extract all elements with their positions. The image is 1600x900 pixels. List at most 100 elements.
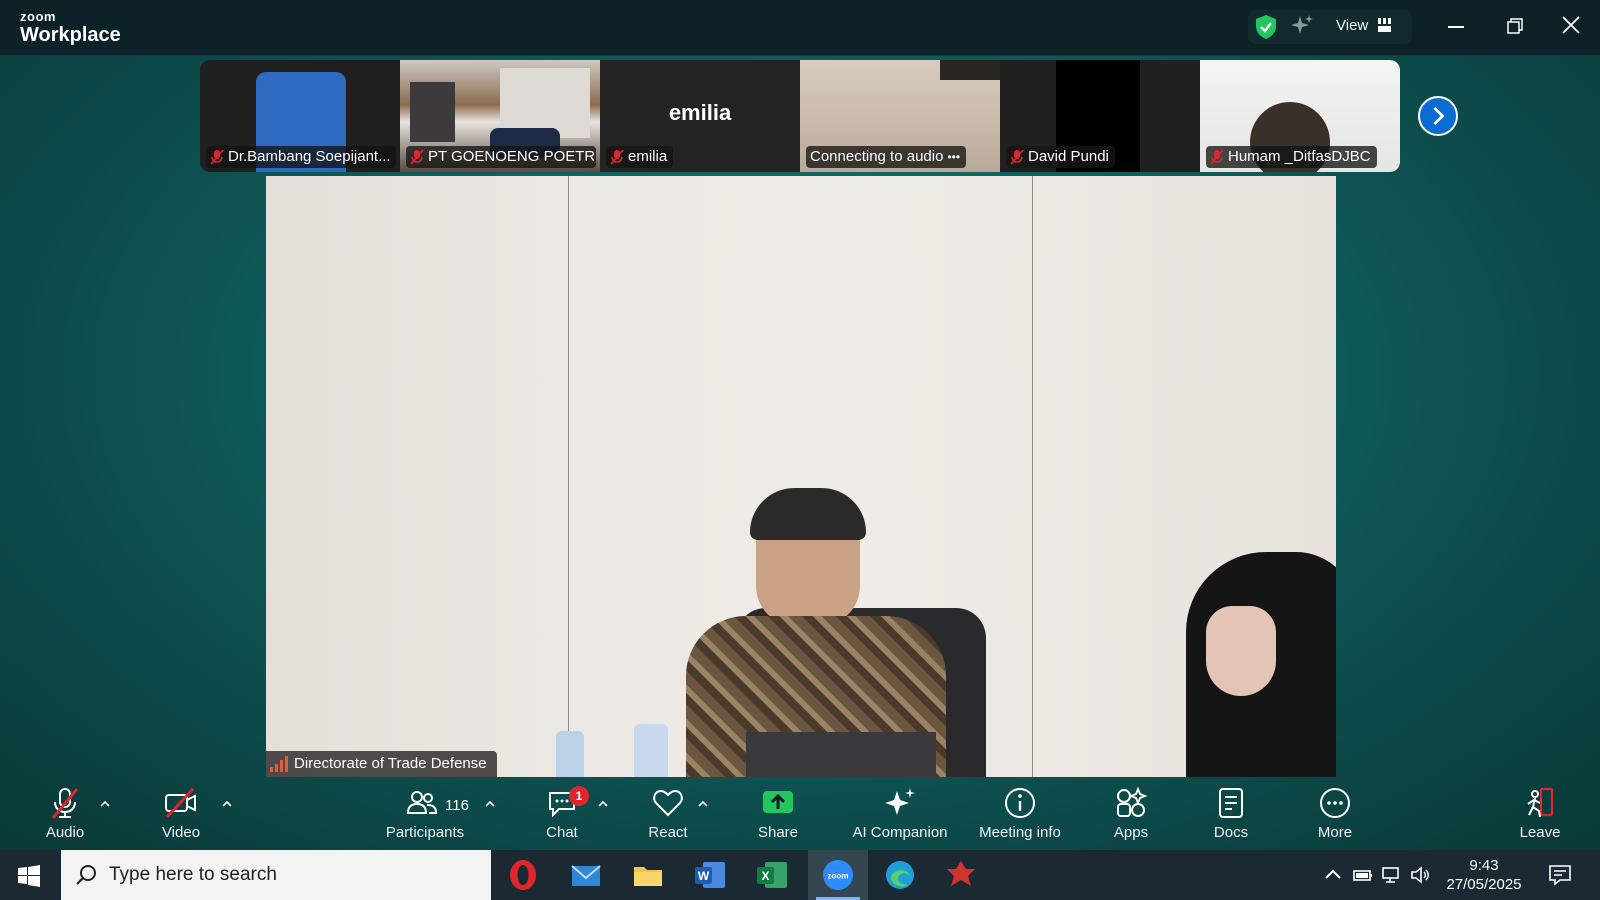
participants-count: 116 <box>445 797 469 814</box>
audio-button[interactable]: Audio <box>5 786 125 841</box>
ai-companion-sparkle-icon <box>885 788 915 815</box>
edge-browser-icon[interactable] <box>883 858 917 892</box>
water-bottle <box>634 724 668 777</box>
game-app-icon[interactable] <box>944 858 978 892</box>
file-explorer-icon[interactable] <box>631 858 665 892</box>
logo-zoom-text: zoom <box>20 9 56 24</box>
speaker-name-label: Directorate of Trade Defense <box>294 755 487 772</box>
participant-name: PT GOENOENG POETR... <box>428 148 596 165</box>
svg-text:zoom: zoom <box>828 872 849 881</box>
participant-filmstrip: Dr.Bambang Soepijant... PT GOENOENG POET… <box>200 60 1400 172</box>
participant-name: Dr.Bambang Soepijant... <box>228 148 391 165</box>
chat-button[interactable]: Chat <box>502 786 622 841</box>
docs-button[interactable]: Docs <box>1171 786 1291 841</box>
minimize-button[interactable] <box>1448 26 1464 28</box>
more-options-icon <box>1320 788 1350 818</box>
more-button[interactable]: More <box>1275 786 1395 841</box>
participants-options-chevron-icon[interactable] <box>485 800 495 808</box>
docs-label: Docs <box>1213 824 1249 841</box>
clock-date: 27/05/2025 <box>1446 876 1522 893</box>
participants-icon <box>406 791 438 814</box>
view-button[interactable]: View <box>1336 17 1368 34</box>
video-button[interactable]: Video <box>121 786 241 841</box>
apps-icon <box>1117 786 1148 817</box>
word-app-icon[interactable]: W <box>693 858 727 892</box>
participant-tile[interactable]: PT GOENOENG POETR... <box>400 60 600 172</box>
participant-tile[interactable]: Humam _DitfasDJBC <box>1200 60 1400 172</box>
svg-text:W: W <box>698 869 710 883</box>
share-screen-icon <box>763 791 793 813</box>
zoom-app-icon[interactable]: zoom <box>821 858 855 892</box>
encryption-shield-icon[interactable] <box>1254 14 1278 40</box>
mic-muted-icon <box>1210 149 1224 165</box>
logo-workplace-text: Workplace <box>20 24 121 46</box>
zoom-workplace-logo: zoom Workplace <box>20 9 121 47</box>
main-speaker-video[interactable]: Directorate of Trade Defense <box>266 176 1336 777</box>
mail-app-icon[interactable] <box>569 858 603 892</box>
participant-tile[interactable]: David Pundi <box>1000 60 1200 172</box>
share-button[interactable]: Share <box>718 786 838 841</box>
audio-label: Audio <box>45 824 85 841</box>
close-window-button[interactable] <box>1562 16 1580 34</box>
leave-button[interactable]: Leave <box>1480 786 1600 841</box>
video-options-chevron-icon[interactable] <box>222 800 232 808</box>
next-page-chevron-icon[interactable] <box>1418 96 1458 136</box>
chat-label: Chat <box>546 824 578 841</box>
network-icon[interactable] <box>1381 864 1403 886</box>
leave-label: Leave <box>1519 824 1561 841</box>
windows-start-icon[interactable] <box>18 865 40 887</box>
mic-muted-icon <box>51 788 79 819</box>
more-label: More <box>1317 824 1353 841</box>
participant-display-name: emilia <box>668 100 732 125</box>
participant-face <box>1206 606 1276 696</box>
react-button[interactable]: React <box>608 786 728 841</box>
meeting-info-label: Meeting info <box>979 824 1061 841</box>
participant-name: Connecting to audio <box>810 148 944 165</box>
battery-icon[interactable] <box>1352 864 1374 886</box>
participant-name: Humam _DitfasDJBC <box>1228 148 1371 165</box>
speaker-hair <box>750 488 866 540</box>
view-grid-icon[interactable] <box>1378 18 1392 32</box>
participant-tile[interactable]: emilia emilia <box>600 60 800 172</box>
mic-muted-icon <box>410 149 424 165</box>
video-label: Video <box>161 824 201 841</box>
laptop <box>746 732 936 777</box>
windows-taskbar: Type here to search W X zoom 9:43 27/05/… <box>0 850 1600 900</box>
participant-tile[interactable]: Dr.Bambang Soepijant... <box>200 60 400 172</box>
participant-tile[interactable]: Connecting to audio ••• <box>800 60 1000 172</box>
share-label: Share <box>757 824 799 841</box>
audio-options-chevron-icon[interactable] <box>100 800 110 808</box>
search-placeholder: Type here to search <box>109 864 277 885</box>
svg-text:X: X <box>761 869 769 883</box>
excel-app-icon[interactable]: X <box>755 858 789 892</box>
ai-sparkle-icon[interactable] <box>1290 14 1314 38</box>
notification-center-icon[interactable] <box>1548 864 1572 886</box>
connecting-dots-icon: ••• <box>947 150 961 164</box>
ai-companion-label: AI Companion <box>852 824 948 841</box>
react-label: React <box>648 824 688 841</box>
participants-label: Participants <box>385 824 465 841</box>
info-icon <box>1005 788 1035 818</box>
clock-time: 9:43 <box>1469 857 1499 874</box>
heart-react-icon <box>653 789 683 817</box>
docs-icon <box>1219 788 1243 818</box>
water-bottle <box>556 731 584 777</box>
meeting-info-button[interactable]: Meeting info <box>960 786 1080 841</box>
mic-muted-icon <box>1010 149 1024 165</box>
mic-muted-icon <box>210 149 224 165</box>
react-options-chevron-icon[interactable] <box>698 800 708 808</box>
meeting-toolbar: Audio Video Participants Chat React Shar… <box>0 780 1600 850</box>
chat-options-chevron-icon[interactable] <box>598 800 608 808</box>
tray-overflow-chevron-icon[interactable] <box>1322 864 1344 886</box>
restore-button[interactable] <box>1507 18 1523 34</box>
leave-meeting-icon <box>1527 787 1554 818</box>
search-icon <box>76 865 96 885</box>
participant-name: David Pundi <box>1028 148 1109 165</box>
taskbar-clock[interactable]: 9:43 27/05/2025 <box>1434 856 1534 894</box>
taskbar-search-box[interactable]: Type here to search <box>61 850 491 900</box>
mic-muted-icon <box>610 149 624 165</box>
ai-companion-button[interactable]: AI Companion <box>839 786 961 841</box>
volume-icon[interactable] <box>1410 864 1432 886</box>
opera-browser-icon[interactable] <box>506 858 540 892</box>
signal-strength-icon <box>270 756 288 772</box>
